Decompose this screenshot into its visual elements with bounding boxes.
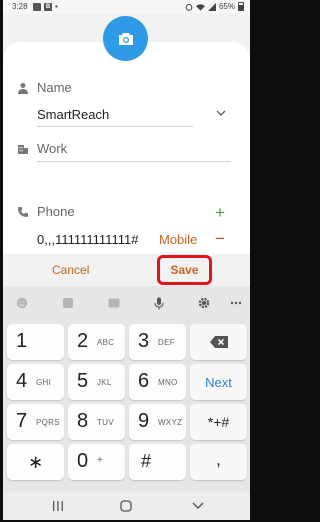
emoji-icon[interactable] xyxy=(15,296,29,310)
battery-icon xyxy=(238,2,244,11)
key-digit: 7 xyxy=(16,410,28,432)
cancel-button[interactable]: Cancel xyxy=(52,263,89,277)
building-icon xyxy=(18,145,28,154)
key-digit: 6 xyxy=(138,370,150,392)
save-highlight-box: Save xyxy=(157,255,212,285)
work-field[interactable]: Work xyxy=(37,141,67,156)
person-icon xyxy=(18,83,28,94)
name-label: Name xyxy=(37,80,72,95)
key-digit: 0 xyxy=(77,450,89,472)
key-letters: WXYZ xyxy=(158,418,183,427)
keyboard-toolbar xyxy=(3,286,250,320)
phone-type-selector[interactable]: Mobile xyxy=(159,232,197,247)
key-7[interactable]: 7 PQRS xyxy=(7,404,64,440)
asterisk-key[interactable]: ∗ xyxy=(7,444,64,480)
key-1[interactable]: 1 xyxy=(7,324,64,360)
key-digit: 2 xyxy=(77,330,89,352)
key-digit: 3 xyxy=(138,330,150,352)
phone-number-field[interactable]: 0,,,111111111111# xyxy=(37,232,138,247)
key-3[interactable]: 3 DEF xyxy=(129,324,186,360)
action-bar: Cancel Save xyxy=(3,254,250,286)
key-letters: PQRS xyxy=(36,418,60,427)
b-notification-icon: B xyxy=(44,3,52,11)
backspace-key[interactable] xyxy=(190,324,247,360)
back-chevron-icon[interactable] xyxy=(191,500,205,512)
contact-form-card: Name SmartReach Work Phone + 0,,,1111111… xyxy=(3,42,250,254)
key-digit: 1 xyxy=(16,330,28,352)
sticker-icon[interactable] xyxy=(61,296,75,310)
key-2[interactable]: 2 ABC xyxy=(68,324,125,360)
signal-icon xyxy=(207,2,216,11)
key-6[interactable]: 6 MNO xyxy=(129,364,186,400)
key-letters: ABC xyxy=(97,338,115,347)
alarm-icon xyxy=(185,3,193,11)
key-digit: 4 xyxy=(16,370,28,392)
next-key[interactable]: Next xyxy=(190,364,247,400)
gif-icon[interactable] xyxy=(107,296,121,310)
symbols-key[interactable]: *+# xyxy=(190,404,247,440)
status-time: 3:28 xyxy=(12,2,28,11)
key-digit: 5 xyxy=(77,370,89,392)
screen: 3:28 B • 65% Name SmartReach Work Phone … xyxy=(3,0,250,520)
next-key-label: Next xyxy=(205,375,232,390)
key-letters: GHI xyxy=(36,378,52,387)
remove-phone-button[interactable]: − xyxy=(215,230,225,247)
work-underline xyxy=(37,161,231,162)
add-phone-button[interactable]: + xyxy=(215,204,225,221)
add-photo-button[interactable] xyxy=(103,16,148,61)
key-letters: DEF xyxy=(158,338,175,347)
chevron-down-icon[interactable] xyxy=(216,110,226,117)
key-letters: JKL xyxy=(97,378,112,387)
phone-label: Phone xyxy=(37,204,75,219)
save-button[interactable]: Save xyxy=(170,263,198,277)
key-5[interactable]: 5 JKL xyxy=(68,364,125,400)
status-bar: 3:28 B • 65% xyxy=(3,0,250,14)
comma-key-label: , xyxy=(216,450,221,469)
home-icon[interactable] xyxy=(119,500,133,512)
battery-percent: 65% xyxy=(218,2,235,11)
hash-key[interactable]: # xyxy=(129,444,186,480)
name-underline xyxy=(37,126,193,127)
recent-apps-icon[interactable] xyxy=(51,500,65,512)
notification-icons: B • xyxy=(33,3,58,11)
camera-icon xyxy=(118,32,133,45)
key-letters: + xyxy=(97,455,104,466)
status-right: 65% xyxy=(185,2,244,11)
asterisk-key-label: ∗ xyxy=(27,452,44,472)
numeric-keyboard: 1 2 ABC 3 DEF 4 GHI 5 JKL 6 MNO Next 7 P… xyxy=(3,286,250,492)
hash-key-label: # xyxy=(141,451,152,471)
key-digit: 8 xyxy=(77,410,89,432)
more-options-icon[interactable] xyxy=(229,296,243,310)
key-letters: TUV xyxy=(97,418,114,427)
backspace-icon xyxy=(210,336,228,348)
key-9[interactable]: 9 WXYZ xyxy=(129,404,186,440)
notification-icon xyxy=(33,3,41,11)
wifi-icon xyxy=(195,3,205,11)
settings-gear-icon[interactable] xyxy=(197,296,211,310)
symbols-key-label: *+# xyxy=(207,414,230,430)
name-field[interactable]: SmartReach xyxy=(37,107,109,122)
microphone-icon[interactable] xyxy=(152,296,166,310)
phone-icon xyxy=(18,207,28,217)
key-4[interactable]: 4 GHI xyxy=(7,364,64,400)
key-digit: 9 xyxy=(138,410,150,432)
more-dots-icon: • xyxy=(55,2,58,11)
key-0[interactable]: 0 + xyxy=(68,444,125,480)
key-8[interactable]: 8 TUV xyxy=(68,404,125,440)
navigation-bar xyxy=(3,492,250,520)
comma-key[interactable]: , xyxy=(190,444,247,480)
key-letters: MNO xyxy=(158,378,178,387)
